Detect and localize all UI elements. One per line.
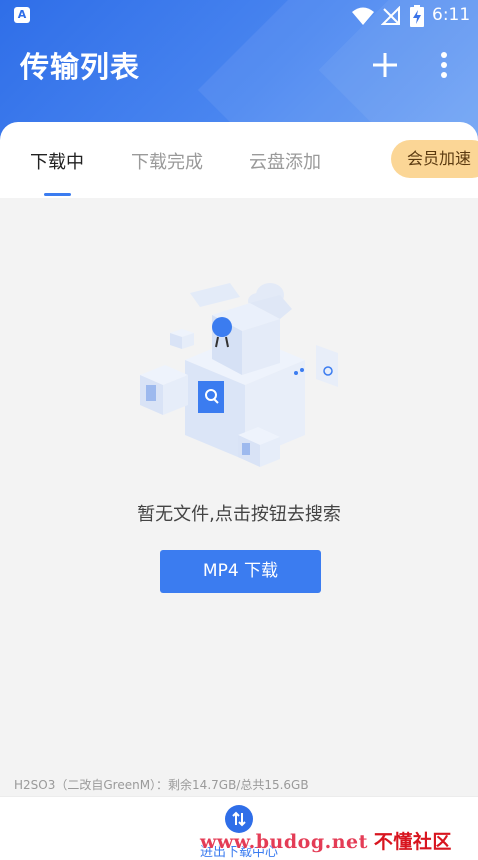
empty-state-area: 暂无文件,点击按钮去搜索 MP4 下载: [0, 198, 478, 796]
app-notification-icon: A: [14, 7, 30, 23]
vip-accelerate-button[interactable]: 会员加速: [391, 140, 478, 178]
storage-info: H2SO3（二改自GreenM）：剩余14.7GB/总共15.6GB: [14, 778, 309, 792]
tab-bar: 下载中 下载完成 云盘添加 会员加速: [0, 122, 478, 198]
wifi-icon: [352, 7, 374, 25]
add-button[interactable]: [368, 48, 402, 82]
tab-indicator: [44, 193, 71, 196]
watermark-url: www.budog.net: [200, 831, 368, 853]
battery-charging-icon: [410, 5, 424, 27]
tab-downloading[interactable]: 下载中: [30, 148, 84, 174]
status-time: 6:11: [432, 5, 471, 25]
status-bar: A 6:11: [0, 0, 478, 32]
more-vertical-icon: [441, 52, 447, 78]
mp4-download-button[interactable]: MP4 下载: [160, 550, 321, 593]
watermark-cn: 不懂社区: [373, 831, 452, 853]
plus-icon: [373, 53, 397, 77]
tab-download-complete[interactable]: 下载完成: [131, 148, 203, 174]
empty-state-message: 暂无文件,点击按钮去搜索: [137, 504, 341, 525]
no-signal-icon: [381, 6, 400, 25]
tab-cloud-add[interactable]: 云盘添加: [249, 148, 321, 174]
watermark: www.budog.net 不懂社区: [200, 827, 452, 854]
empty-box-illustration: [140, 283, 338, 467]
more-options-button[interactable]: [430, 48, 458, 82]
page-title: 传输列表: [20, 50, 141, 84]
bottom-bar: 进出下载中心 www.budog.net 不懂社区: [0, 796, 478, 860]
